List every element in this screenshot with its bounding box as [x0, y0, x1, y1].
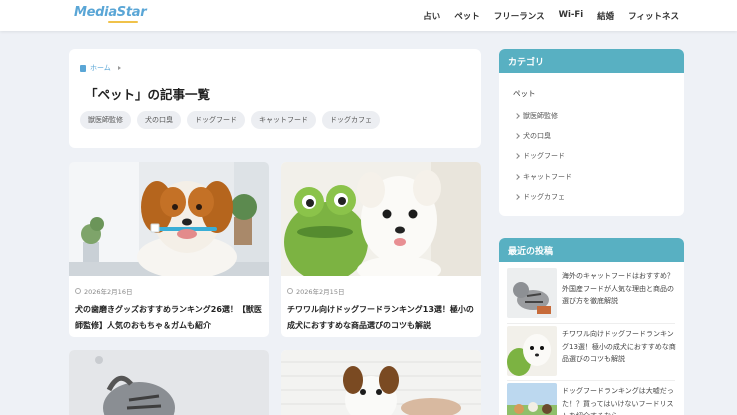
- category-item[interactable]: キャットフード: [514, 172, 572, 182]
- category-heading: カテゴリ: [499, 49, 684, 73]
- category-item[interactable]: 獣医師監修: [514, 111, 558, 121]
- recent-post-thumbnail[interactable]: [507, 268, 557, 318]
- category-pet[interactable]: ペット: [513, 88, 536, 99]
- article-card[interactable]: 2026年2月16日 犬の歯磨きグッズおすすめランキング26選！【獣医師監修】人…: [69, 162, 269, 337]
- recent-post[interactable]: 海外のキャットフードはおすすめ？外国産フードが人気な理由と商品の選び方を徹底解説: [507, 268, 677, 320]
- nav-item-pet[interactable]: ペット: [454, 10, 480, 22]
- tag-dog-breath[interactable]: 犬の口臭: [137, 111, 181, 129]
- chevron-right-icon: [514, 194, 520, 200]
- tag-list: 獣医師監修 犬の口臭 ドッグフード キャットフード ドッグカフェ: [80, 111, 380, 129]
- article-date: 2026年2月15日: [287, 286, 344, 296]
- logo-underline: [108, 21, 138, 23]
- article-card[interactable]: 2026年2月15日 チワワル向けドッグフードランキング13選！極小の成犬におす…: [281, 162, 481, 337]
- site-logo[interactable]: MediaStar: [74, 5, 147, 20]
- site-header: MediaStar 占い ペット フリーランス Wi-Fi 結婚 フィットネス: [0, 0, 737, 31]
- breadcrumb-home[interactable]: ホーム: [90, 63, 111, 73]
- article-card[interactable]: [69, 350, 269, 415]
- archive-header-card: ホーム 「ペット」の記事一覧 獣医師監修 犬の口臭 ドッグフード キャットフード…: [69, 49, 481, 148]
- category-label: ドッグカフェ: [523, 193, 565, 201]
- chevron-right-icon: [514, 174, 520, 180]
- article-date: 2026年2月16日: [75, 286, 132, 296]
- tag-dog-food[interactable]: ドッグフード: [187, 111, 245, 129]
- article-title[interactable]: チワワル向けドッグフードランキング13選！極小の成犬におすすめな商品選びのコツも…: [287, 302, 477, 334]
- recent-post-title[interactable]: 海外のキャットフードはおすすめ？外国産フードが人気な理由と商品の選び方を徹底解説: [562, 270, 680, 308]
- tag-dog-cafe[interactable]: ドッグカフェ: [322, 111, 380, 129]
- category-label: キャットフード: [523, 173, 572, 181]
- nav-item-wifi[interactable]: Wi-Fi: [559, 10, 584, 22]
- category-label: ドッグフード: [523, 152, 565, 160]
- tag-vet[interactable]: 獣医師監修: [80, 111, 131, 129]
- category-item[interactable]: 犬の口臭: [514, 131, 551, 141]
- category-label: 獣医師監修: [523, 112, 558, 120]
- recent-post-title[interactable]: チワワル向けドッグフードランキング13選！極小の成犬におすすめな商品選びのコツも…: [562, 328, 680, 366]
- chevron-right-icon: [514, 113, 520, 119]
- category-widget: カテゴリ ペット 獣医師監修 犬の口臭 ドッグフード キャットフード ドッグカフ…: [499, 49, 684, 216]
- divider: [507, 323, 675, 324]
- category-label: 犬の口臭: [523, 132, 551, 140]
- nav-item-marriage[interactable]: 結婚: [597, 10, 614, 22]
- recent-post-title[interactable]: ドッグフードランキングは大嘘だった！？買ってはいけないフードリストを紹介するなら: [562, 385, 680, 415]
- article-thumbnail[interactable]: [69, 350, 269, 415]
- recent-posts-widget: 最近の投稿 海外のキャットフードはおすすめ？外国産フードが人気な理由と商品の選び…: [499, 238, 684, 415]
- category-item[interactable]: ドッグカフェ: [514, 192, 565, 202]
- article-date-text: 2026年2月16日: [84, 288, 133, 296]
- article-title[interactable]: 犬の歯磨きグッズおすすめランキング26選！【獣医師監修】人気のおもちゃ＆ガムも紹…: [75, 302, 265, 334]
- global-nav: 占い ペット フリーランス Wi-Fi 結婚 フィットネス: [423, 10, 679, 22]
- article-date-text: 2026年2月15日: [296, 288, 345, 296]
- clock-icon: [287, 288, 293, 294]
- tag-cat-food[interactable]: キャットフード: [251, 111, 316, 129]
- chevron-right-icon: [117, 66, 121, 70]
- chevron-right-icon: [514, 133, 520, 139]
- category-item[interactable]: ドッグフード: [514, 151, 565, 161]
- refresh-icon: [75, 288, 81, 294]
- recent-post[interactable]: チワワル向けドッグフードランキング13選！極小の成犬におすすめな商品選びのコツも…: [507, 326, 677, 378]
- breadcrumb: ホーム: [80, 63, 121, 73]
- recent-post-thumbnail[interactable]: [507, 383, 557, 415]
- article-thumbnail[interactable]: [281, 162, 481, 276]
- page-title: 「ペット」の記事一覧: [85, 87, 211, 102]
- recent-heading: 最近の投稿: [499, 238, 684, 262]
- recent-post-thumbnail[interactable]: [507, 326, 557, 376]
- nav-item-fitness[interactable]: フィットネス: [628, 10, 679, 22]
- nav-item-freelance[interactable]: フリーランス: [494, 10, 545, 22]
- article-thumbnail[interactable]: [69, 162, 269, 276]
- chevron-right-icon: [514, 153, 520, 159]
- article-card[interactable]: [281, 350, 481, 415]
- article-thumbnail[interactable]: [281, 350, 481, 415]
- document-icon: [80, 64, 86, 72]
- recent-post[interactable]: ドッグフードランキングは大嘘だった！？買ってはいけないフードリストを紹介するなら: [507, 383, 677, 415]
- nav-item-fortune[interactable]: 占い: [423, 10, 440, 22]
- divider: [507, 380, 675, 381]
